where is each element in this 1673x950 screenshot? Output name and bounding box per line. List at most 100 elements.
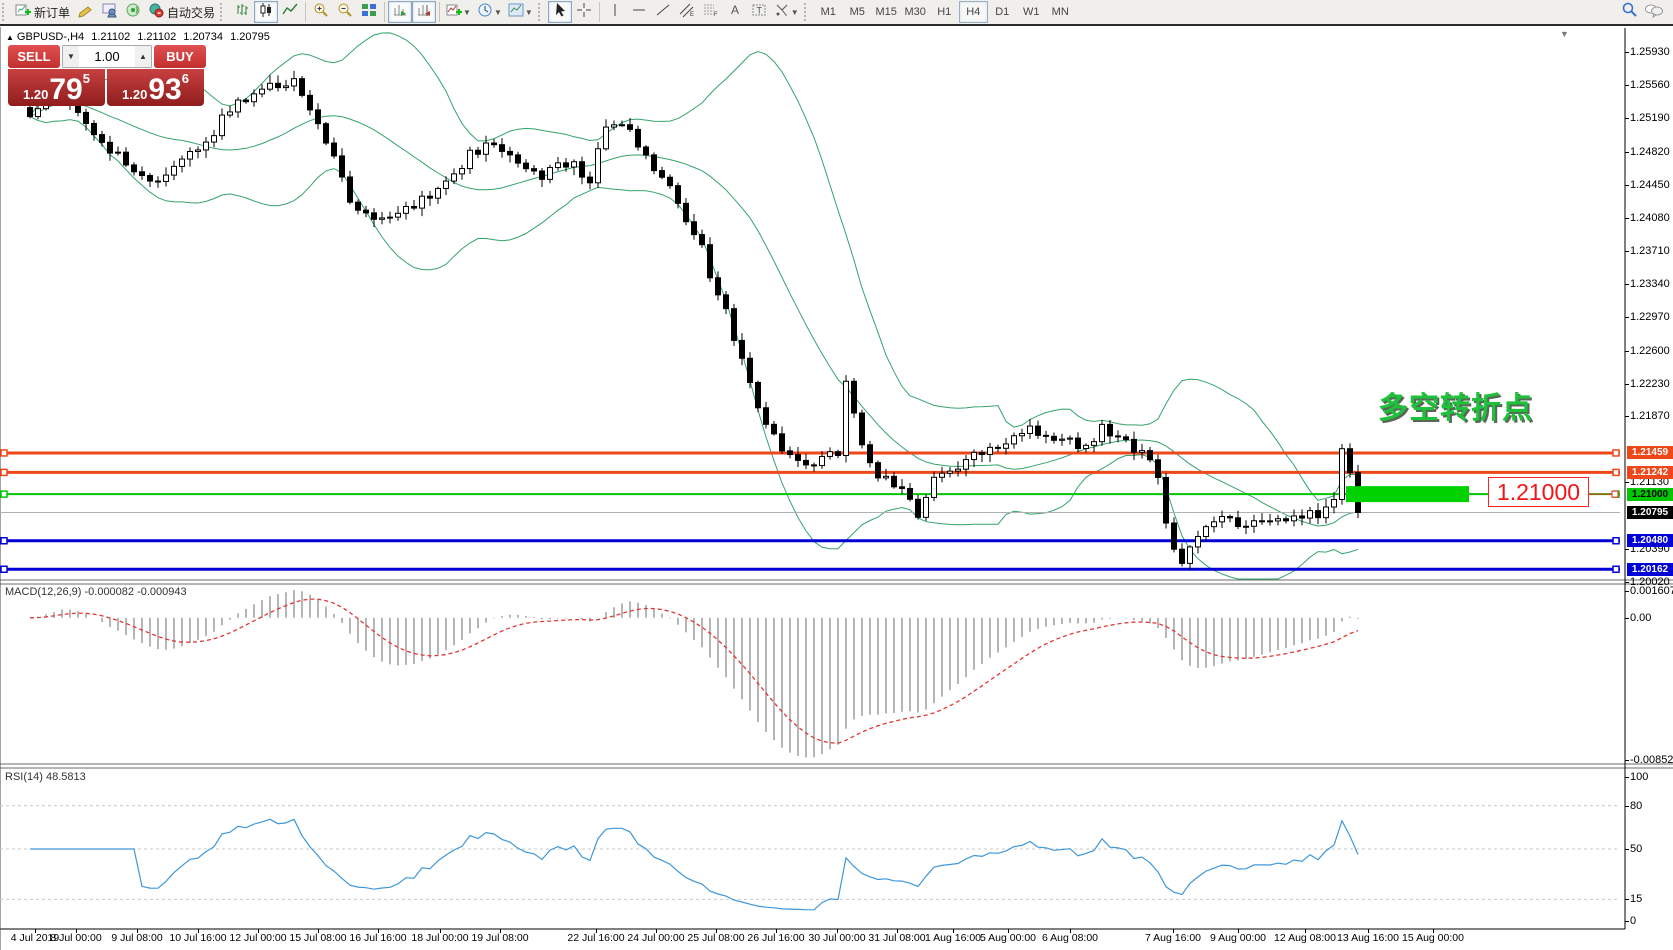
- axis-tick-mark: [1625, 185, 1629, 186]
- tf-h4-button[interactable]: H4: [959, 1, 988, 23]
- time-tick-mark: [1173, 929, 1174, 933]
- chevron-down-icon: ▼: [463, 8, 471, 17]
- time-tick-mark: [137, 929, 138, 933]
- time-tick-mark: [318, 929, 319, 933]
- auto-scroll-button[interactable]: [388, 1, 412, 23]
- periods-button[interactable]: ▼: [474, 1, 505, 23]
- time-tick-mark: [76, 929, 77, 933]
- time-tick-mark: [897, 929, 898, 933]
- horizontal-line-icon: [631, 2, 647, 23]
- toolbar-grip[interactable]: [538, 3, 546, 21]
- autotrade-button[interactable]: 自动交易: [145, 1, 218, 23]
- rsi-tick-label: 100: [1630, 771, 1648, 783]
- indicators-button[interactable]: ▼: [443, 1, 474, 23]
- new-order-button[interactable]: 新订单: [12, 1, 73, 23]
- time-tick-mark: [440, 929, 441, 933]
- time-tick-mark: [1368, 929, 1369, 933]
- time-tick-mark: [35, 929, 36, 933]
- zoom-out-button[interactable]: [333, 1, 357, 23]
- templates-button[interactable]: ▼: [505, 1, 536, 23]
- journal-button[interactable]: [73, 1, 97, 23]
- buy-quote[interactable]: 1.20 93 6: [107, 69, 204, 106]
- svg-text:A: A: [731, 3, 739, 17]
- tf-m30-button[interactable]: M30: [901, 1, 930, 23]
- price-tick-label: 1.22970: [1630, 311, 1670, 323]
- tf-mn-button[interactable]: MN: [1046, 1, 1075, 23]
- tf-m1-button[interactable]: M1: [814, 1, 843, 23]
- journal-icon: [77, 2, 93, 23]
- price-level-label: 1.20480: [1627, 534, 1673, 547]
- price-tick-label: 1.25190: [1630, 112, 1670, 124]
- time-tick-label: 9 Aug 00:00: [1210, 932, 1266, 944]
- tf-m15-button[interactable]: M15: [872, 1, 901, 23]
- signal-button[interactable]: [121, 1, 145, 23]
- tile-windows-button[interactable]: [357, 1, 381, 23]
- line-chart-button[interactable]: [278, 1, 302, 23]
- chart-annotation-text[interactable]: 多空转折点: [1378, 383, 1533, 427]
- chevron-down-icon: ▼: [494, 8, 502, 17]
- profile-button[interactable]: [97, 1, 121, 23]
- price-level-callout[interactable]: 1.21000: [1488, 477, 1589, 507]
- axis-tick-mark: [1625, 317, 1629, 318]
- collapse-panel-icon[interactable]: ▲: [6, 33, 14, 42]
- time-tick-label: 25 Jul 08:00: [687, 932, 744, 944]
- time-tick-label: 7 Aug 16:00: [1145, 932, 1201, 944]
- fibonacci-icon: F: [702, 2, 720, 23]
- volume-input[interactable]: [79, 46, 135, 67]
- price-level-label: 1.21459: [1627, 446, 1673, 459]
- buy-button[interactable]: BUY: [154, 45, 206, 68]
- chevron-down-icon: ▼: [791, 8, 799, 17]
- time-tick-label: 1 Aug 16:00: [925, 932, 981, 944]
- time-tick-mark: [837, 929, 838, 933]
- sell-quote[interactable]: 1.20 79 5: [8, 69, 105, 106]
- tf-d1-button[interactable]: D1: [988, 1, 1017, 23]
- candlestick-chart-button[interactable]: [254, 1, 278, 23]
- symbol-info-line: ▲GBPUSD-,H4 1.21102 1.21102 1.20734 1.20…: [6, 31, 274, 43]
- chart-shift-button[interactable]: [412, 1, 436, 23]
- chat-button[interactable]: [1641, 1, 1667, 23]
- time-tick-mark: [198, 929, 199, 933]
- sell-button[interactable]: SELL: [8, 45, 60, 68]
- bar-chart-button[interactable]: [230, 1, 254, 23]
- axis-tick-mark: [1625, 384, 1629, 385]
- macd-value: -0.000082: [84, 586, 134, 598]
- time-tick-label: 22 Jul 16:00: [567, 932, 624, 944]
- crosshair-button[interactable]: [572, 1, 596, 23]
- clock-icon: [477, 2, 493, 23]
- text-label-button[interactable]: T: [747, 1, 771, 23]
- trendline-button[interactable]: [651, 1, 675, 23]
- vertical-line-button[interactable]: [603, 1, 627, 23]
- axis-tick-mark: [1625, 284, 1629, 285]
- time-tick-label: 8 Jul 00:00: [50, 932, 101, 944]
- chart-canvas[interactable]: [0, 0, 1673, 950]
- cursor-button[interactable]: [548, 1, 572, 23]
- svg-text:T: T: [756, 5, 762, 15]
- volume-down-button[interactable]: ▼: [63, 46, 79, 67]
- time-tick-label: 12 Jul 00:00: [229, 932, 286, 944]
- volume-up-button[interactable]: ▲: [135, 46, 151, 67]
- toolbar-grip[interactable]: [220, 3, 228, 21]
- fibonacci-button[interactable]: F: [699, 1, 723, 23]
- axis-tick-mark: [1625, 85, 1629, 86]
- price-tick-label: 1.21870: [1630, 410, 1670, 422]
- text-button[interactable]: A: [723, 1, 747, 23]
- toolbar-grip[interactable]: [804, 3, 812, 21]
- zoom-in-button[interactable]: [309, 1, 333, 23]
- equidistant-channel-button[interactable]: E: [675, 1, 699, 23]
- current-price-label: 1.20795: [1627, 506, 1673, 519]
- time-tick-mark: [1238, 929, 1239, 933]
- tf-h1-button[interactable]: H1: [930, 1, 959, 23]
- time-tick-label: 16 Jul 16:00: [349, 932, 406, 944]
- time-tick-mark: [378, 929, 379, 933]
- toolbar-grip[interactable]: [2, 3, 10, 21]
- tf-w1-button[interactable]: W1: [1017, 1, 1046, 23]
- axis-tick-mark: [1625, 251, 1629, 252]
- axis-tick-mark: [1625, 416, 1629, 417]
- tf-m5-button[interactable]: M5: [843, 1, 872, 23]
- search-button[interactable]: [1617, 1, 1641, 23]
- arrows-button[interactable]: ▼: [771, 1, 802, 23]
- rsi-value: 48.5813: [46, 771, 86, 783]
- horizontal-line-button[interactable]: [627, 1, 651, 23]
- one-click-trading-panel: SELL ▼ ▲ BUY 1.20 79 5 1.20 93 6: [8, 45, 206, 106]
- price-tick-label: 1.23710: [1630, 245, 1670, 257]
